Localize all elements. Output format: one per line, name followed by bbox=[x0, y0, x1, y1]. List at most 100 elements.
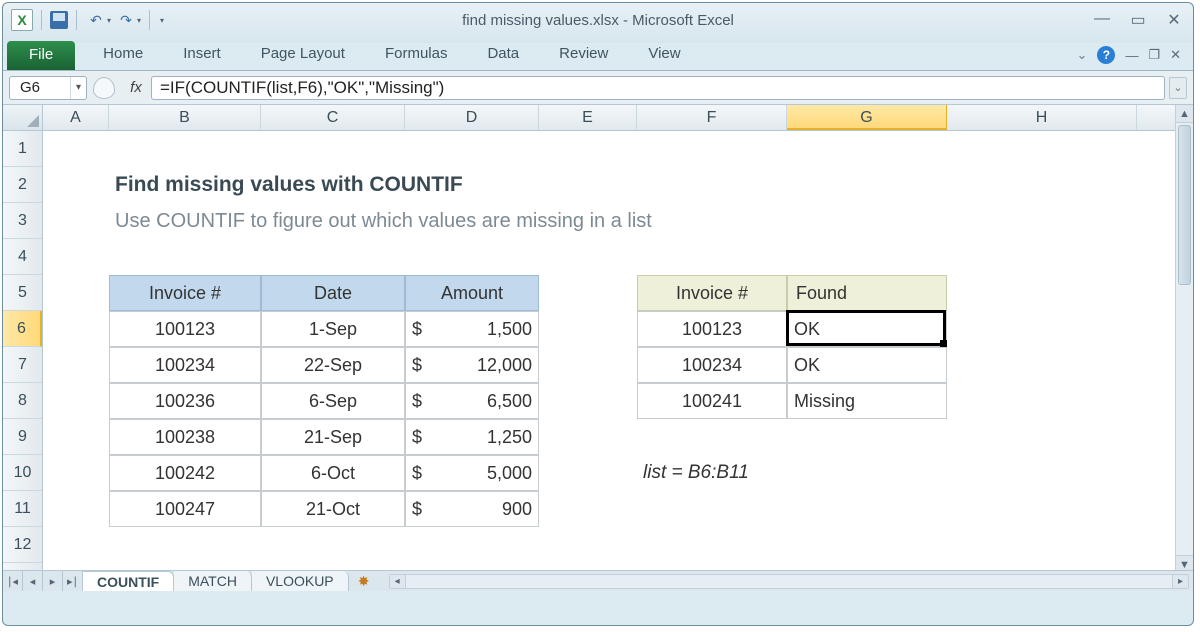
table-row[interactable]: 100238 bbox=[109, 419, 261, 455]
table-row[interactable]: $5,000 bbox=[405, 455, 539, 491]
spreadsheet-grid[interactable]: A B C D E F G H 1 2 3 4 5 6 7 8 9 10 11 … bbox=[3, 105, 1193, 591]
table-row[interactable]: 100234 bbox=[637, 347, 787, 383]
row-10[interactable]: 10 bbox=[3, 455, 42, 491]
table-row[interactable]: OK bbox=[787, 347, 947, 383]
table-row[interactable]: 21-Oct bbox=[261, 491, 405, 527]
cell-area[interactable]: Find missing values with COUNTIF Use COU… bbox=[43, 131, 1175, 573]
table-row[interactable]: 100123 bbox=[637, 311, 787, 347]
table-row[interactable]: 22-Sep bbox=[261, 347, 405, 383]
redo-dropdown[interactable]: ▾ bbox=[137, 16, 141, 25]
ribbon-tabs: File Home Insert Page Layout Formulas Da… bbox=[3, 37, 1193, 71]
tab-page-layout[interactable]: Page Layout bbox=[241, 39, 365, 70]
name-box[interactable] bbox=[10, 79, 70, 96]
tab-home[interactable]: Home bbox=[83, 39, 163, 70]
ribbon-minimize-icon[interactable]: ⌄ bbox=[1077, 47, 1088, 63]
row-2[interactable]: 2 bbox=[3, 167, 42, 203]
formula-bar-expand[interactable]: ⌄ bbox=[1169, 77, 1187, 99]
table-row[interactable]: 100236 bbox=[109, 383, 261, 419]
row-12[interactable]: 12 bbox=[3, 527, 42, 563]
doc-close-button[interactable]: ✕ bbox=[1170, 47, 1181, 63]
row-3[interactable]: 3 bbox=[3, 203, 42, 239]
file-tab[interactable]: File bbox=[7, 41, 75, 70]
sheet-nav-last[interactable]: ▸∣ bbox=[63, 571, 83, 591]
scroll-right-icon[interactable]: ▸ bbox=[1172, 575, 1188, 588]
col-C[interactable]: C bbox=[261, 105, 405, 130]
col-F[interactable]: F bbox=[637, 105, 787, 130]
table-row[interactable]: $1,250 bbox=[405, 419, 539, 455]
col-A[interactable]: A bbox=[43, 105, 109, 130]
name-box-wrap: ▾ bbox=[9, 76, 87, 100]
t1-hdr-amount: Amount bbox=[405, 275, 539, 311]
new-sheet-icon[interactable]: ✸ bbox=[349, 573, 379, 590]
row-1[interactable]: 1 bbox=[3, 131, 42, 167]
tab-formulas[interactable]: Formulas bbox=[365, 39, 468, 70]
sheet-nav-next[interactable]: ▸ bbox=[43, 571, 63, 591]
separator bbox=[41, 10, 42, 30]
doc-minimize-button[interactable]: ― bbox=[1125, 48, 1138, 63]
formula-input[interactable]: =IF(COUNTIF(list,F6),"OK","Missing") bbox=[151, 76, 1165, 100]
scroll-thumb[interactable] bbox=[1178, 125, 1191, 285]
sheet-nav-first[interactable]: ∣◂ bbox=[3, 571, 23, 591]
tab-data[interactable]: Data bbox=[467, 39, 539, 70]
table-row[interactable]: 100123 bbox=[109, 311, 261, 347]
fill-handle[interactable] bbox=[940, 340, 947, 347]
minimize-button[interactable]: ― bbox=[1091, 10, 1113, 30]
table-row[interactable]: $12,000 bbox=[405, 347, 539, 383]
quick-access-toolbar: X ↶▾ ↷▾ ▾ bbox=[11, 9, 164, 31]
col-H[interactable]: H bbox=[947, 105, 1137, 130]
table-row[interactable]: 1-Sep bbox=[261, 311, 405, 347]
table-row[interactable]: 100234 bbox=[109, 347, 261, 383]
cancel-enter-placeholder bbox=[93, 77, 115, 99]
save-icon[interactable] bbox=[50, 11, 68, 29]
row-6[interactable]: 6 bbox=[3, 311, 42, 347]
table-row[interactable]: 100242 bbox=[109, 455, 261, 491]
col-B[interactable]: B bbox=[109, 105, 261, 130]
table-row[interactable]: 100241 bbox=[637, 383, 787, 419]
fx-label[interactable]: fx bbox=[121, 79, 151, 96]
select-all-corner[interactable] bbox=[3, 105, 43, 130]
page-subtitle: Use COUNTIF to figure out which values a… bbox=[109, 203, 909, 239]
horizontal-scrollbar[interactable]: ◂ ▸ bbox=[389, 574, 1189, 589]
table-row[interactable]: 6-Oct bbox=[261, 455, 405, 491]
vertical-scrollbar[interactable]: ▲ ▼ bbox=[1175, 105, 1193, 573]
col-G[interactable]: G bbox=[787, 105, 947, 130]
scroll-left-icon[interactable]: ◂ bbox=[390, 575, 406, 588]
excel-icon[interactable]: X bbox=[11, 9, 33, 31]
tab-insert[interactable]: Insert bbox=[163, 39, 241, 70]
sheet-tab-vlookup[interactable]: VLOOKUP bbox=[252, 571, 349, 591]
scroll-up-icon[interactable]: ▲ bbox=[1176, 105, 1193, 123]
name-box-dropdown[interactable]: ▾ bbox=[70, 77, 86, 99]
row-5[interactable]: 5 bbox=[3, 275, 42, 311]
qat-customize[interactable]: ▾ bbox=[160, 16, 164, 25]
window-title: find missing values.xlsx - Microsoft Exc… bbox=[3, 12, 1193, 29]
undo-dropdown[interactable]: ▾ bbox=[107, 16, 111, 25]
row-11[interactable]: 11 bbox=[3, 491, 42, 527]
row-4[interactable]: 4 bbox=[3, 239, 42, 275]
formula-bar: ▾ fx =IF(COUNTIF(list,F6),"OK","Missing"… bbox=[3, 71, 1193, 105]
sheet-nav-prev[interactable]: ◂ bbox=[23, 571, 43, 591]
col-E[interactable]: E bbox=[539, 105, 637, 130]
row-8[interactable]: 8 bbox=[3, 383, 42, 419]
table-row[interactable]: 100247 bbox=[109, 491, 261, 527]
table-row[interactable]: 6-Sep bbox=[261, 383, 405, 419]
row-7[interactable]: 7 bbox=[3, 347, 42, 383]
tab-view[interactable]: View bbox=[628, 39, 700, 70]
table-row[interactable]: $900 bbox=[405, 491, 539, 527]
tab-review[interactable]: Review bbox=[539, 39, 628, 70]
sheet-tab-match[interactable]: MATCH bbox=[174, 571, 252, 591]
row-9[interactable]: 9 bbox=[3, 419, 42, 455]
doc-restore-button[interactable]: ❐ bbox=[1148, 47, 1160, 63]
col-D[interactable]: D bbox=[405, 105, 539, 130]
table-row[interactable]: Missing bbox=[787, 383, 947, 419]
table-row[interactable]: 21-Sep bbox=[261, 419, 405, 455]
close-button[interactable]: ✕ bbox=[1163, 10, 1185, 30]
sheet-tab-countif[interactable]: COUNTIF bbox=[83, 571, 174, 591]
row-headers: 1 2 3 4 5 6 7 8 9 10 11 12 bbox=[3, 131, 43, 573]
table-row[interactable]: $6,500 bbox=[405, 383, 539, 419]
redo-icon[interactable]: ↷ bbox=[115, 11, 137, 29]
undo-icon[interactable]: ↶ bbox=[85, 11, 107, 29]
maximize-button[interactable]: ▭ bbox=[1127, 10, 1149, 30]
help-icon[interactable]: ? bbox=[1097, 46, 1115, 64]
table-row[interactable]: $1,500 bbox=[405, 311, 539, 347]
window-controls: ― ▭ ✕ bbox=[1091, 10, 1185, 30]
